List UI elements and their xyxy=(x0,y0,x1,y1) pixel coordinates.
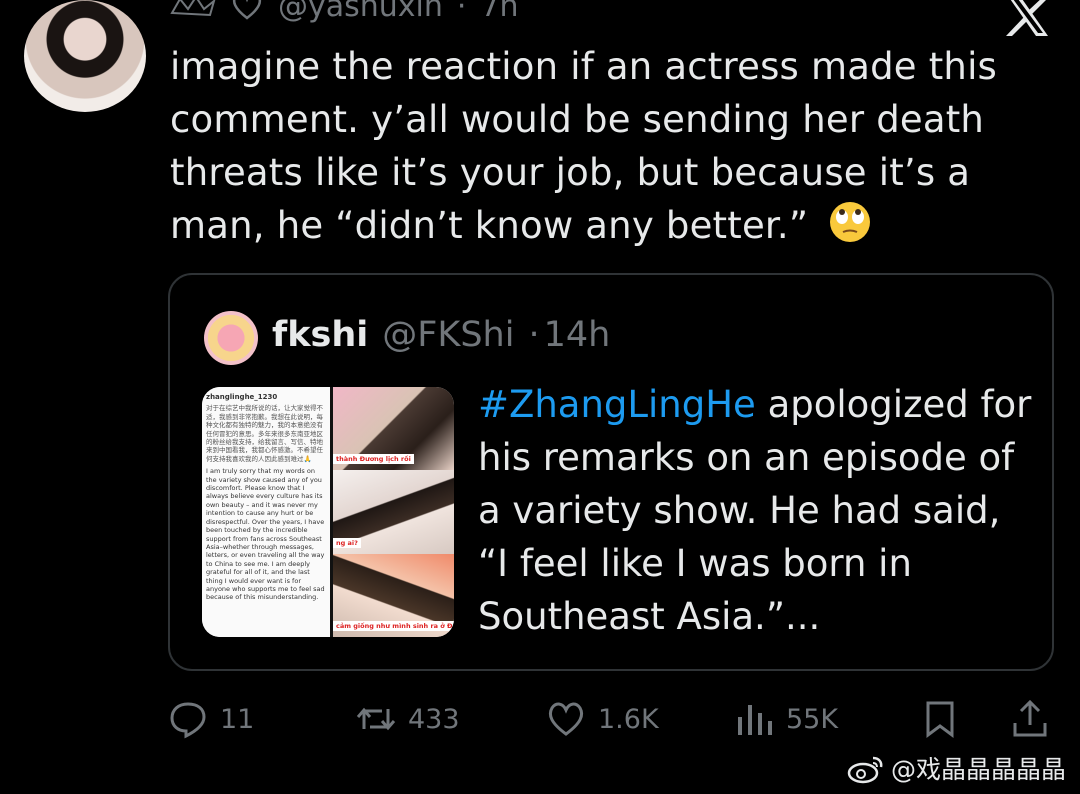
like-button[interactable]: 1.6K xyxy=(546,694,659,744)
weibo-watermark: @戏晶晶晶晶晶 xyxy=(847,750,1066,786)
share-icon xyxy=(1013,699,1047,737)
views-button[interactable]: 55K xyxy=(734,694,838,744)
quoted-author-name[interactable]: fkshi xyxy=(272,315,368,355)
repost-icon xyxy=(356,707,396,731)
quoted-tweet-time[interactable]: 14h xyxy=(544,315,611,355)
rolling-eyes-emoji-icon xyxy=(830,202,871,242)
analytics-bar-icon xyxy=(738,705,772,735)
still-caption-3: cảm giống như mình sinh ra ở Đông Nam Á xyxy=(333,620,454,631)
quoted-author-handle[interactable]: @FKShi xyxy=(382,315,514,355)
heart-icon xyxy=(548,702,584,736)
hashtag-link[interactable]: #ZhangLingHe xyxy=(478,383,756,426)
variety-show-stills: thành Đương lịch rồi ng ai? cảm giống nh… xyxy=(330,387,454,637)
still-image-2: ng ai? xyxy=(333,470,454,554)
separator-dot: · xyxy=(456,0,467,24)
still-caption-2: ng ai? xyxy=(333,537,361,548)
tweet-action-bar: 11 433 1.6K 55K xyxy=(168,694,1058,744)
like-count: 1.6K xyxy=(598,703,659,735)
crown-emoji-icon xyxy=(170,0,216,17)
bookmark-button[interactable] xyxy=(920,694,960,744)
share-button[interactable] xyxy=(1010,694,1050,744)
quoted-tweet-body: #ZhangLingHe apologized for his remarks … xyxy=(478,378,1038,643)
still-caption-1: thành Đương lịch rồi xyxy=(333,454,414,465)
still-image-3: cảm giống như mình sinh ra ở Đông Nam Á xyxy=(333,553,454,637)
bookmark-icon xyxy=(926,701,954,738)
tweet-time[interactable]: 7h xyxy=(480,0,518,24)
tweet-body: imagine the reaction if an actress made … xyxy=(170,40,1060,252)
note-username: zhanglinghe_1230 xyxy=(206,393,278,401)
quoted-tweet-header: fkshi @FKShi · 14h xyxy=(272,315,610,355)
repost-count: 433 xyxy=(408,703,460,735)
repost-button[interactable]: 433 xyxy=(356,694,460,744)
x-logo-icon[interactable] xyxy=(1004,0,1052,36)
author-avatar[interactable] xyxy=(24,0,146,112)
weibo-logo-icon xyxy=(847,756,883,784)
apology-note-image: zhanglinghe_1230 对于在综艺中我所说的话，让大家觉得不适，我感到… xyxy=(202,387,330,637)
still-image-1: thành Đương lịch rồi xyxy=(333,387,454,471)
quoted-tweet-media[interactable]: zhanglinghe_1230 对于在综艺中我所说的话，让大家觉得不适，我感到… xyxy=(202,387,454,637)
tweet-header: @yashuxin · 7h xyxy=(170,0,519,26)
watermark-text: @戏晶晶晶晶晶 xyxy=(890,755,1066,784)
quoted-tweet-card[interactable]: fkshi @FKShi · 14h zhanglinghe_1230 对于在综… xyxy=(168,273,1054,671)
author-handle[interactable]: @yashuxin xyxy=(278,0,443,24)
tweet-text: imagine the reaction if an actress made … xyxy=(170,45,998,247)
separator-dot: · xyxy=(528,315,540,355)
views-count: 55K xyxy=(786,703,839,735)
quoted-author-avatar[interactable] xyxy=(204,311,258,365)
reply-button[interactable]: 11 xyxy=(168,694,254,744)
reply-count: 11 xyxy=(220,703,255,735)
note-chinese-text: 对于在综艺中我所说的话，让大家觉得不适，我感到非常抱歉。我想在此说明，每种文化都… xyxy=(206,404,323,463)
note-english-text: I am truly sorry that my words on the va… xyxy=(206,467,325,602)
reply-icon xyxy=(170,702,206,739)
heart-outline-icon xyxy=(232,0,262,20)
